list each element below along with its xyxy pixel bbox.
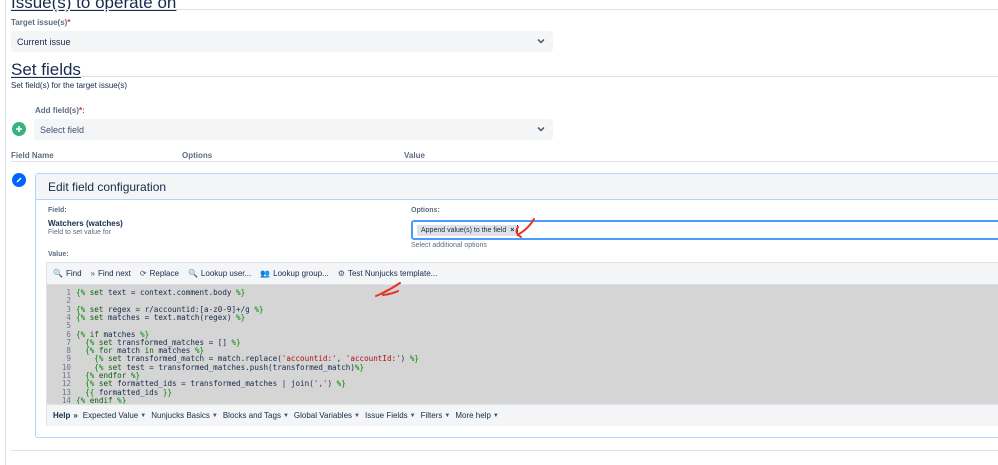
annotation-overlay [375,218,535,297]
annotation-mark-options [515,218,535,238]
annotation-mark-code [375,282,401,297]
bottom-divider [11,450,998,451]
